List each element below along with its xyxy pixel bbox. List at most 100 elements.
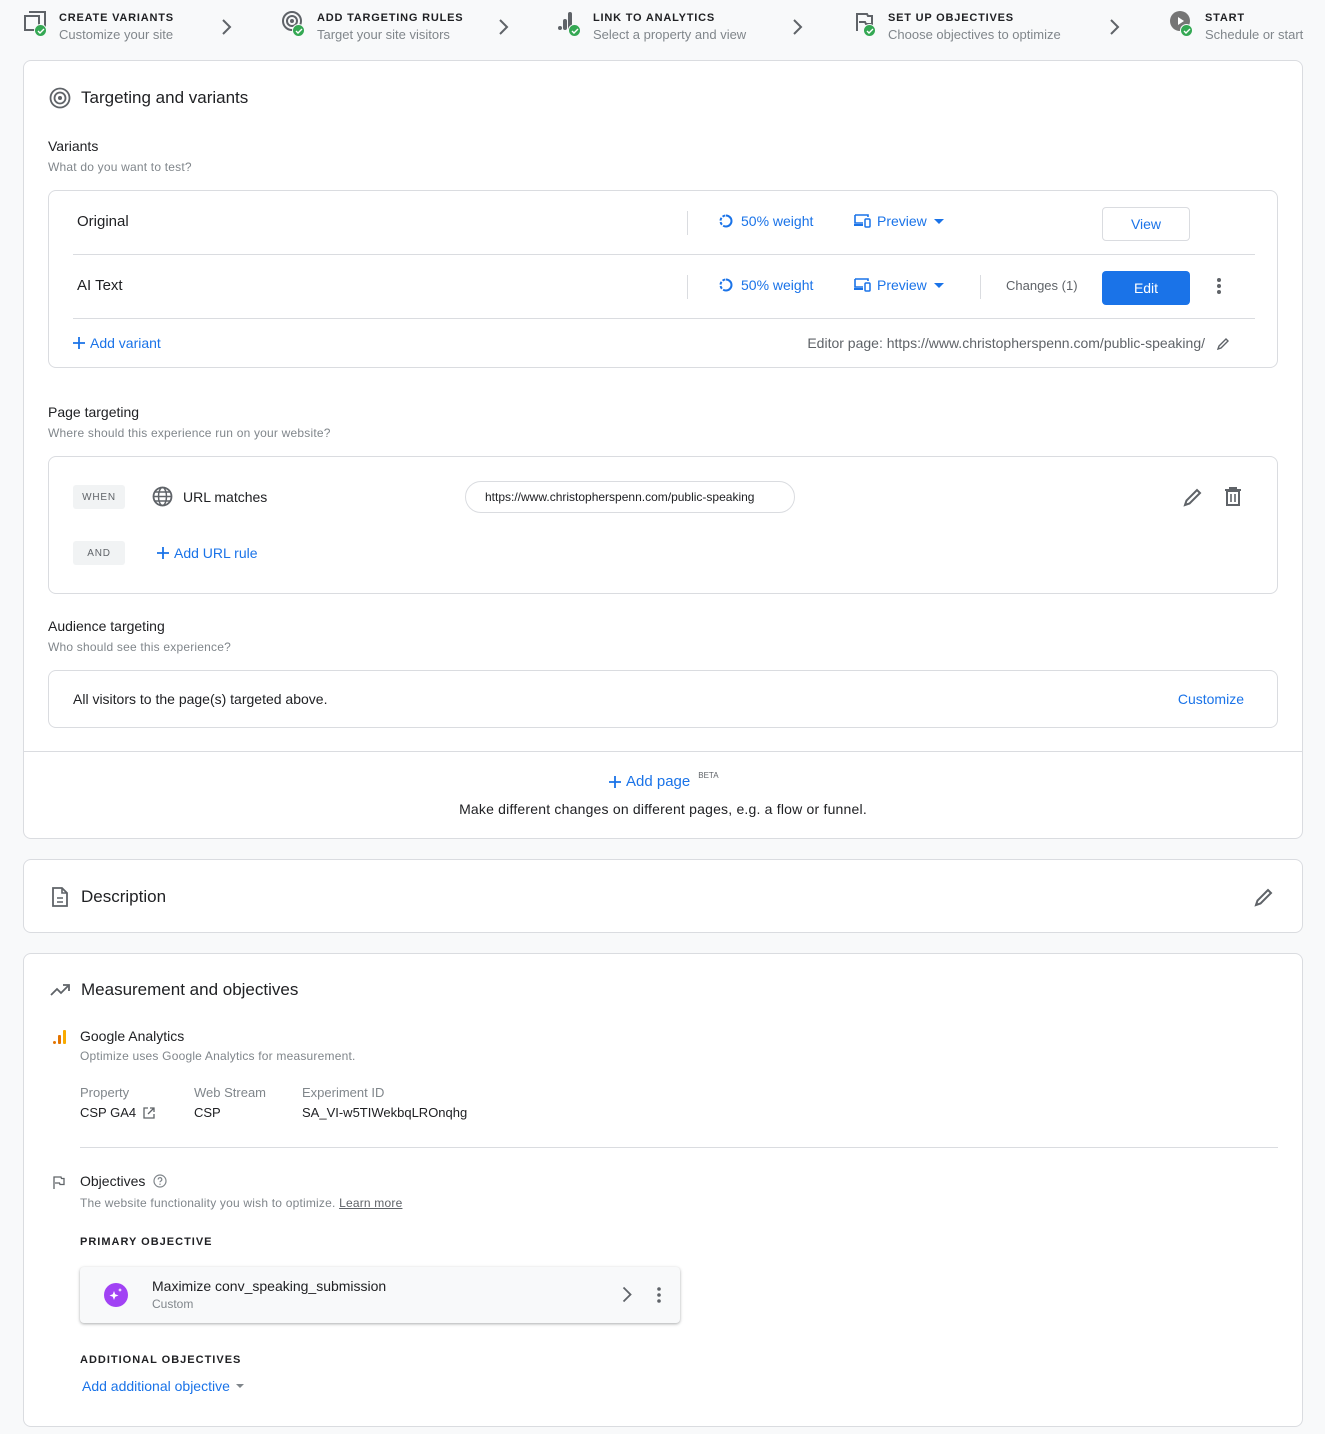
variant-name: AI Text <box>77 277 123 294</box>
divider <box>980 275 981 299</box>
audience-subtitle: Who should see this experience? <box>48 640 231 654</box>
more-vert-icon[interactable] <box>657 1287 661 1303</box>
step-title: ADD TARGETING RULES <box>317 12 464 24</box>
preview-dropdown[interactable]: Preview <box>854 213 944 229</box>
variant-name: Original <box>77 213 129 230</box>
add-variant-label: Add variant <box>90 335 161 351</box>
step-title: LINK TO ANALYTICS <box>593 12 715 24</box>
preview-dropdown[interactable]: Preview <box>854 277 944 293</box>
variants-title: Variants <box>48 138 99 154</box>
step-subtitle: Customize your site <box>59 27 174 42</box>
edit-description-icon[interactable] <box>1254 887 1274 907</box>
add-additional-objective-label: Add additional objective <box>82 1378 230 1394</box>
analytics-title: Google Analytics <box>80 1028 185 1044</box>
changes-link[interactable]: Changes (1) <box>1006 278 1078 293</box>
editor-page-url: Editor page: https://www.christopherspen… <box>807 335 1205 351</box>
experiment-id-field: Experiment ID SA_VI-w5TIWekbqLROnqhg <box>302 1085 467 1120</box>
step-title: SET UP OBJECTIVES <box>888 12 1014 24</box>
weight-label: 50% weight <box>741 277 814 293</box>
progress-stepper: CREATE VARIANTS Customize your site ADD … <box>0 0 1325 56</box>
primary-objective-type: Custom <box>152 1297 194 1311</box>
variants-box: Original 50% weight Preview View AI Text… <box>48 190 1278 368</box>
step-set-up-objectives[interactable]: SET UP OBJECTIVES Choose objectives to o… <box>853 9 1061 45</box>
weight-button[interactable]: 50% weight <box>719 277 813 293</box>
step-subtitle: Schedule or start <box>1205 27 1304 42</box>
learn-more-link[interactable]: Learn more <box>339 1196 402 1210</box>
add-page-button[interactable]: Add page BETA <box>609 771 719 790</box>
card-header: Measurement and objectives <box>49 979 298 1001</box>
caret-down-icon <box>235 1384 244 1388</box>
weight-button[interactable]: 50% weight <box>719 213 813 229</box>
devices-icon <box>854 278 871 292</box>
web-stream-value: CSP <box>194 1105 221 1120</box>
custom-objective-icon <box>104 1283 128 1307</box>
edit-button[interactable]: Edit <box>1102 271 1190 305</box>
and-chip: AND <box>73 541 125 565</box>
edit-rule-icon[interactable] <box>1183 487 1203 507</box>
add-page-label: Add page <box>626 773 691 790</box>
customize-button[interactable]: Customize <box>1178 691 1244 707</box>
add-url-rule-label: Add URL rule <box>174 545 258 561</box>
chevron-right-icon <box>1110 19 1120 35</box>
objectives-subtitle: The website functionality you wish to op… <box>80 1196 402 1210</box>
more-vert-icon[interactable] <box>1217 277 1221 295</box>
add-additional-objective-dropdown[interactable]: Add additional objective <box>82 1378 244 1394</box>
card-title: Description <box>81 887 167 906</box>
step-start[interactable]: START Schedule or start <box>1170 9 1303 45</box>
step-subtitle: Target your site visitors <box>317 27 450 42</box>
experiment-id-label: Experiment ID <box>302 1085 385 1100</box>
measurement-card: Measurement and objectives Google Analyt… <box>23 953 1303 1427</box>
description-card: Description <box>23 859 1303 933</box>
chevron-right-icon <box>222 19 232 35</box>
divider <box>24 751 1302 752</box>
primary-objective-card[interactable]: Maximize conv_speaking_submission Custom <box>80 1267 680 1323</box>
open-external-icon[interactable] <box>143 1106 155 1119</box>
objectives-header: Objectives <box>80 1173 167 1189</box>
play-icon <box>1170 11 1194 39</box>
weight-icon <box>719 214 733 228</box>
delete-icon[interactable] <box>1225 487 1241 506</box>
add-page-description: Make different changes on different page… <box>459 801 867 817</box>
caret-down-icon <box>933 218 944 224</box>
card-header: Description <box>49 886 166 908</box>
variants-icon <box>24 11 48 39</box>
weight-label: 50% weight <box>741 213 814 229</box>
rule-type-label: URL matches <box>183 488 268 505</box>
add-variant-button[interactable]: Add variant <box>73 335 161 351</box>
plus-icon <box>157 547 169 559</box>
step-link-to-analytics[interactable]: LINK TO ANALYTICS Select a property and … <box>558 9 746 45</box>
preview-label: Preview <box>877 213 927 229</box>
step-title: CREATE VARIANTS <box>59 12 174 24</box>
weight-icon <box>719 278 733 292</box>
view-button[interactable]: View <box>1102 207 1190 241</box>
edit-pencil-icon[interactable] <box>1217 337 1230 350</box>
divider <box>80 1147 1278 1148</box>
audience-box: All visitors to the page(s) targeted abo… <box>48 670 1278 728</box>
card-header: Targeting and variants <box>49 87 248 109</box>
web-stream-label: Web Stream <box>194 1085 267 1100</box>
check-icon <box>863 24 876 37</box>
variant-row: AI Text 50% weight Preview Changes (1) E… <box>73 255 1255 319</box>
audience-title: Audience targeting <box>48 618 165 634</box>
url-match-input[interactable]: https://www.christopherspenn.com/public-… <box>465 481 795 513</box>
page-targeting-box: WHEN URL matches https://www.christopher… <box>48 456 1278 594</box>
step-add-targeting-rules[interactable]: ADD TARGETING RULES Target your site vis… <box>282 9 463 45</box>
step-create-variants[interactable]: CREATE VARIANTS Customize your site <box>24 9 174 45</box>
chevron-right-icon[interactable] <box>622 1286 632 1303</box>
property-value: CSP GA4 <box>80 1105 137 1120</box>
plus-icon <box>73 337 85 349</box>
objectives-title: Objectives <box>80 1173 146 1189</box>
google-analytics-icon <box>53 1030 66 1044</box>
property-field: Property CSP GA4 <box>80 1085 155 1120</box>
add-url-rule-button[interactable]: Add URL rule <box>157 545 258 561</box>
beta-badge: BETA <box>698 771 719 780</box>
target-icon <box>282 11 306 39</box>
rule-type: URL matches <box>152 486 267 507</box>
help-icon[interactable] <box>153 1174 167 1188</box>
check-icon <box>292 24 305 37</box>
variants-subtitle: What do you want to test? <box>48 160 192 174</box>
step-title: START <box>1205 12 1245 24</box>
flag-icon <box>853 11 877 39</box>
primary-objective-label: PRIMARY OBJECTIVE <box>80 1236 213 1248</box>
trending-up-icon <box>50 984 70 996</box>
